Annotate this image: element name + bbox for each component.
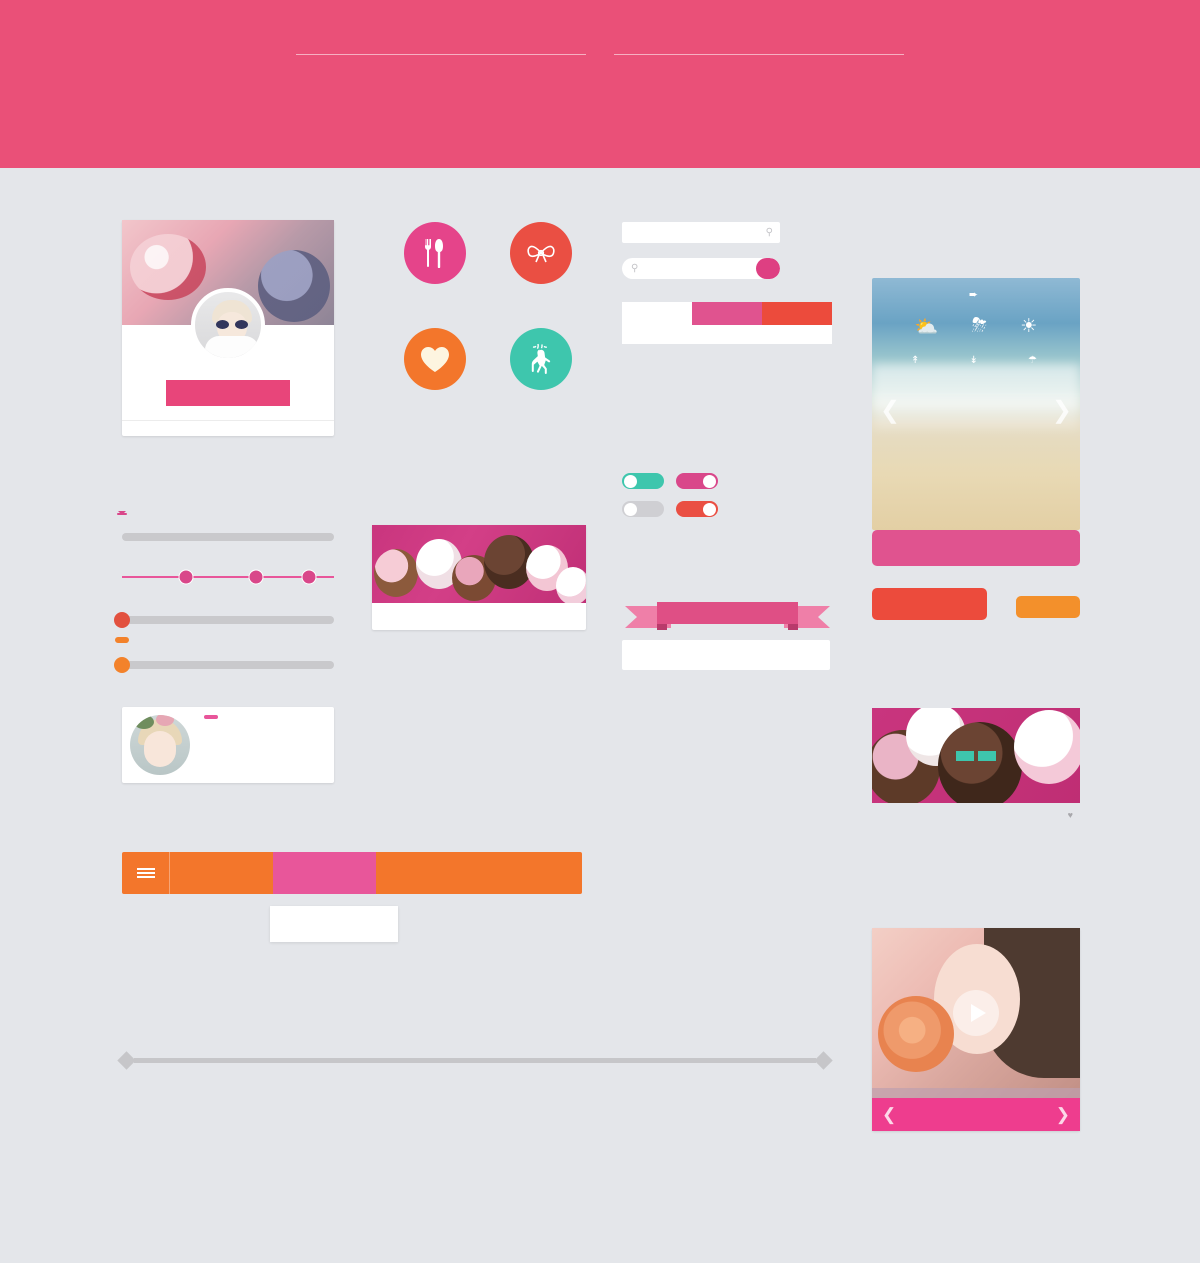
tab-3[interactable]	[762, 302, 832, 325]
weather-location: ➨	[872, 288, 1080, 301]
ribbon-fold-left	[657, 624, 667, 630]
tabs-widget	[622, 302, 832, 344]
icon-grid	[396, 423, 596, 515]
profile-stats	[122, 420, 334, 436]
timeline-end-marker	[814, 1051, 833, 1070]
large-button[interactable]	[872, 530, 1080, 566]
small-button[interactable]	[1016, 596, 1080, 618]
search-input-rounded[interactable]: ⚲	[622, 258, 780, 279]
profile-cover-image	[122, 220, 334, 362]
slider-track[interactable]	[117, 511, 334, 541]
footer-watermark	[0, 1217, 1200, 1263]
project-likes[interactable]: ♥	[1068, 810, 1078, 820]
emily-profile-card	[122, 707, 334, 783]
slider-track-orange[interactable]	[114, 612, 334, 628]
project-card: ♥	[872, 708, 1080, 820]
weather-forecast-icons: ⛅ ⛈ ☀	[872, 315, 1080, 339]
nav-dropdown[interactable]	[270, 906, 398, 942]
video-caption	[872, 1088, 1080, 1098]
toggle-row-2	[622, 501, 718, 517]
dropdown-item-cv[interactable]	[282, 916, 386, 924]
share-bar	[622, 640, 830, 670]
page-header	[0, 0, 1200, 168]
step-track[interactable]	[122, 569, 334, 585]
slider-tooltip-number	[115, 637, 129, 643]
tab-1[interactable]	[622, 302, 692, 325]
video-carousel-nav[interactable]: ❮ ❯	[872, 1098, 1080, 1131]
timeline	[117, 958, 833, 1168]
toggle-on-pink[interactable]	[676, 473, 718, 489]
blog-card	[372, 525, 586, 630]
slider-track-number[interactable]	[114, 637, 334, 673]
nav-item-about[interactable]	[273, 852, 376, 894]
header-rule	[0, 54, 1200, 55]
sun-icon: ☀	[1020, 316, 1038, 337]
weather-prev-arrow[interactable]: ❮	[880, 396, 900, 425]
heart-icon-button[interactable]	[404, 328, 466, 390]
dropdown-item-skills[interactable]	[282, 924, 386, 932]
carousel-next-arrow[interactable]: ❯	[1056, 1105, 1070, 1125]
bow-icon-button[interactable]	[510, 222, 572, 284]
nav-item-contact[interactable]	[479, 852, 582, 894]
project-image	[872, 708, 1080, 803]
search-icon[interactable]: ⚲	[766, 227, 773, 238]
donut-chart-grid	[622, 736, 858, 940]
follow-me-button[interactable]	[166, 380, 290, 406]
search-input[interactable]: ⚲	[622, 222, 780, 243]
step-dot-1[interactable]	[178, 569, 194, 585]
slider-knob-number[interactable]	[114, 657, 130, 673]
rain-cloud-icon: ⛈	[971, 315, 987, 336]
blog-cover-image	[372, 525, 586, 603]
rule-right	[614, 54, 904, 55]
slider-orange[interactable]	[114, 612, 334, 628]
slider-tooltip	[117, 511, 127, 515]
main-navigation[interactable]	[122, 852, 582, 894]
toggle-row-1	[622, 473, 718, 489]
more-details-button[interactable]	[978, 750, 996, 761]
ribbon-banner	[625, 602, 830, 630]
video-card: ❮ ❯	[872, 928, 1080, 1131]
view-larger-button[interactable]	[956, 750, 974, 761]
toggle-off-teal[interactable]	[622, 473, 664, 489]
step-dot-2[interactable]	[248, 569, 264, 585]
tab-panel	[622, 325, 832, 344]
toggle-on-red[interactable]	[676, 501, 718, 517]
cutlery-icon-button[interactable]	[404, 222, 466, 284]
ok-button[interactable]	[756, 258, 780, 279]
deer-icon-button[interactable]	[510, 328, 572, 390]
weather-widget: ❮ ❯ ➨ ⛅ ⛈ ☀ ↟ ↡ ☂	[872, 278, 1080, 530]
avatar	[130, 715, 190, 775]
video-thumbnail	[872, 928, 1080, 1098]
ui-kit-canvas: ⚲ ⚲ ❮ ❯ ➨ ⛅ ⛈ ☀ ↟ ↡ ☂ ♥ ❮ ❯	[0, 168, 1200, 1218]
nav-item-home[interactable]	[170, 852, 273, 894]
sun-cloud-icon: ⛅	[914, 317, 939, 338]
heart-icon: ♥	[1067, 810, 1073, 820]
location-arrow-icon: ➨	[968, 289, 979, 301]
tab-list[interactable]	[622, 302, 832, 325]
step-dot-3[interactable]	[301, 569, 317, 585]
play-button[interactable]	[953, 990, 999, 1036]
slider-percent[interactable]	[117, 511, 334, 541]
slider-knob[interactable]	[114, 612, 130, 628]
menu-icon[interactable]	[122, 852, 170, 894]
ribbon-fold-right	[788, 624, 798, 630]
ribbon-label	[657, 602, 798, 624]
weather-next-arrow[interactable]: ❯	[1052, 396, 1072, 425]
profile-card	[122, 220, 334, 436]
toggle-off-grey[interactable]	[622, 501, 664, 517]
nav-item-portfolio[interactable]	[376, 852, 479, 894]
medium-button[interactable]	[872, 588, 987, 620]
slider-steps[interactable]	[122, 569, 334, 585]
carousel-prev-arrow[interactable]: ❮	[882, 1105, 896, 1125]
avatar	[191, 288, 265, 362]
slider-number[interactable]	[114, 637, 334, 673]
search-icon: ⚲	[631, 263, 639, 274]
tab-2[interactable]	[692, 302, 762, 325]
follow-badge-button[interactable]	[204, 715, 218, 719]
rule-left	[296, 54, 586, 55]
timeline-start-marker	[117, 1051, 136, 1070]
